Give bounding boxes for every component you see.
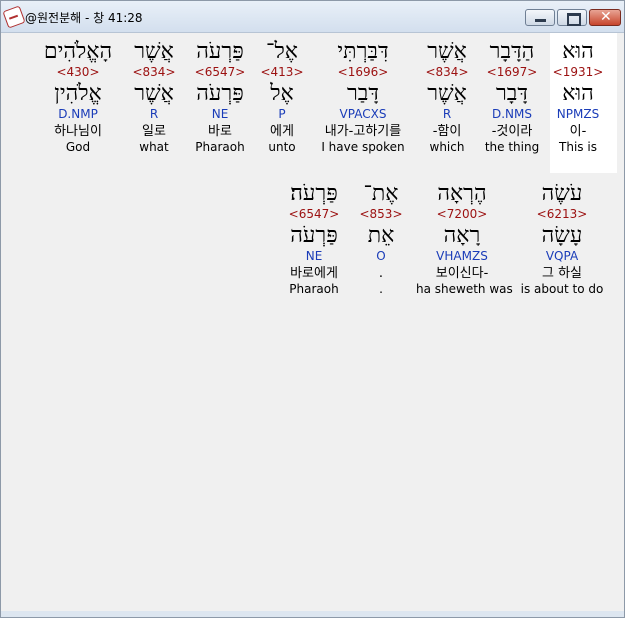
hebrew-word: הָאֱלֹהִים — [43, 39, 113, 64]
close-button[interactable]: ✕ — [589, 9, 621, 26]
minimize-icon — [535, 19, 546, 22]
window-bottom-border — [1, 611, 624, 617]
korean-gloss: 내가-고하기를 — [324, 124, 402, 139]
strong-number[interactable]: <834> — [401, 65, 493, 81]
word-column[interactable]: פַּרְעֹה׃ <6547> פַּרְעֹה NE 바로에게 Pharao… — [268, 181, 360, 296]
hebrew-lemma: רָאָה — [443, 223, 481, 248]
word-column[interactable]: דִּבַּרְתִּי <1696> דָּבַר VPACXS 내가-고하기… — [317, 39, 409, 154]
korean-gloss: 바로에게 — [290, 266, 338, 281]
hebrew-word: פַּרְעֹה׃ — [290, 181, 338, 206]
word-column[interactable]: אֲשֶׁר <834> אֲשֶׁר R -함이 which — [401, 39, 493, 154]
strong-number[interactable]: <6213> — [516, 207, 608, 223]
hebrew-word: עֹשֶׂה — [541, 181, 583, 206]
interlinear-panel: הוּא <1931> הוּא NPMZS 이- This is הַדָּב… — [7, 33, 617, 611]
english-gloss: Pharaoh — [289, 282, 339, 296]
hebrew-lemma: אֱלֹהִין — [54, 81, 102, 106]
morph-code[interactable]: VPACXS — [317, 107, 409, 124]
word-column[interactable]: הָאֱלֹהִים <430> אֱלֹהִין D.NMP 하나님이 God — [32, 39, 124, 154]
english-gloss: is about to do — [520, 282, 604, 296]
word-column[interactable]: הֶרְאָה <7200> רָאָה VHAMZS 보이신다- ha she… — [416, 181, 513, 296]
english-gloss: ha sheweth was — [416, 282, 513, 296]
morph-code[interactable]: R — [401, 107, 493, 124]
verse-window: @원전분해 - 창 41:28 ✕ הוּא <1931> הוּא NPMZS… — [0, 0, 625, 618]
hebrew-lemma: עָשָׂה — [541, 223, 583, 248]
hebrew-lemma: דָּבַר — [347, 81, 379, 106]
hebrew-word: הֶרְאָה — [437, 181, 487, 206]
morph-code[interactable]: NE — [268, 249, 360, 266]
korean-gloss: 그 하실 — [541, 266, 582, 281]
korean-gloss: -함이 — [432, 124, 462, 139]
title-bar[interactable]: @원전분해 - 창 41:28 ✕ — [1, 1, 624, 33]
minimize-button[interactable] — [525, 9, 555, 26]
window-title: @원전분해 - 창 41:28 — [25, 11, 143, 25]
english-gloss: which — [429, 140, 465, 154]
maximize-icon — [567, 13, 581, 26]
morph-code[interactable]: D.NMP — [32, 107, 124, 124]
close-icon: ✕ — [600, 9, 612, 25]
hebrew-word: דִּבַּרְתִּי — [337, 39, 389, 64]
morph-code[interactable]: VHAMZS — [416, 249, 508, 266]
korean-gloss: 보이신다- — [435, 266, 489, 281]
maximize-button[interactable] — [557, 9, 587, 26]
hebrew-lemma: אֲשֶׁר — [427, 81, 467, 106]
korean-gloss: 하나님이 — [54, 124, 102, 139]
strong-number[interactable]: <1696> — [317, 65, 409, 81]
hebrew-word: אֲשֶׁר — [427, 39, 467, 64]
english-gloss: I have spoken — [321, 140, 405, 154]
english-gloss: God — [65, 140, 91, 154]
strong-number[interactable]: <430> — [32, 65, 124, 81]
morph-code[interactable]: VQPA — [516, 249, 608, 266]
strong-number[interactable]: <6547> — [268, 207, 360, 223]
verse-app-icon[interactable] — [2, 5, 26, 29]
strong-number[interactable]: <7200> — [416, 207, 508, 223]
hebrew-lemma: פַּרְעֹה — [290, 223, 338, 248]
word-column[interactable]: עֹשֶׂה <6213> עָשָׂה VQPA 그 하실 is about … — [516, 181, 608, 296]
